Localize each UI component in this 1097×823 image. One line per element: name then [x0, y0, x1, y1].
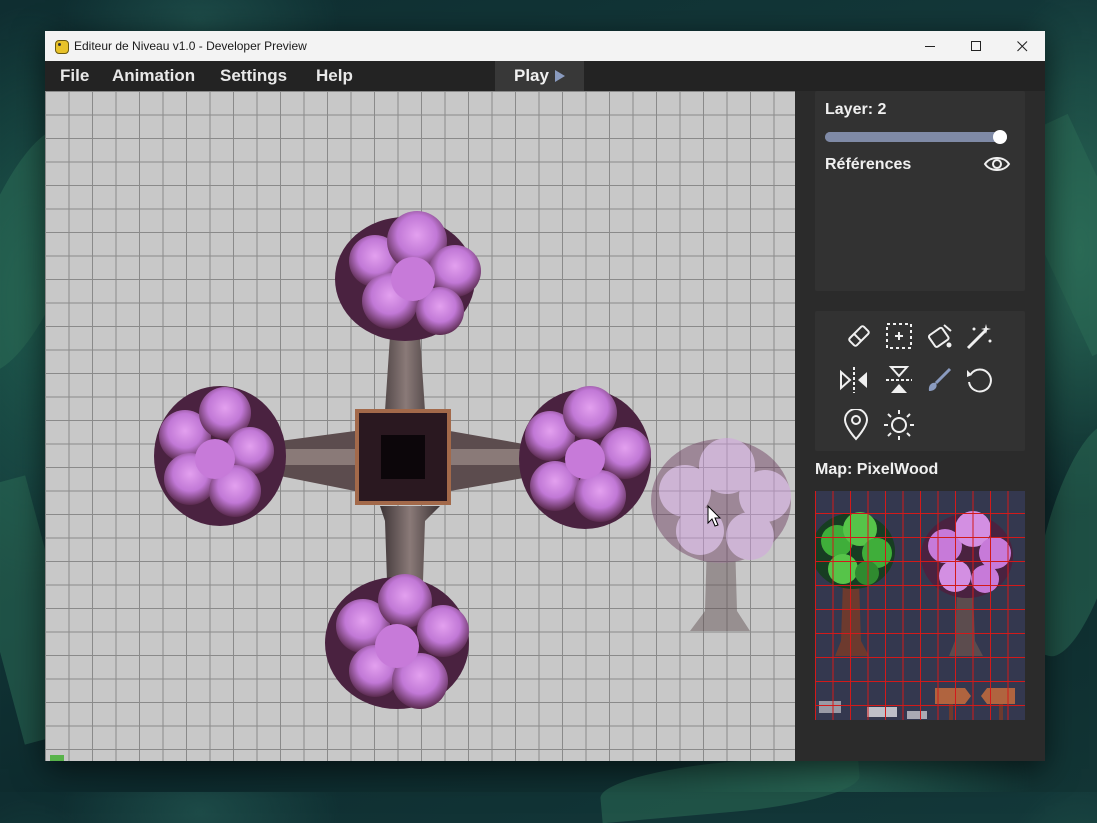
menu-settings[interactable]: Settings	[220, 61, 287, 91]
level-canvas[interactable]	[45, 91, 795, 761]
pin-tool[interactable]	[839, 408, 873, 442]
app-window: Editeur de Niveau v1.0 - Developer Previ…	[45, 31, 1045, 761]
flip-horizontal-icon	[840, 367, 867, 393]
fill-tool[interactable]	[922, 319, 956, 353]
sun-icon	[884, 410, 914, 440]
eraser-tool[interactable]	[842, 319, 876, 353]
brush-icon	[928, 367, 952, 391]
maximize-icon	[970, 40, 981, 51]
minimize-icon	[924, 45, 935, 47]
layer-slider-fill	[825, 132, 1007, 142]
select-icon	[886, 323, 912, 349]
tileset-preview[interactable]	[815, 491, 1025, 720]
rotate-tool[interactable]	[962, 363, 996, 397]
flip-vertical-tool[interactable]	[882, 363, 916, 397]
menu-bar: File Animation Settings Help Play	[45, 61, 1045, 91]
rotate-icon	[967, 368, 992, 393]
select-tool[interactable]	[882, 319, 916, 353]
fill-bucket-icon	[927, 324, 952, 348]
eraser-icon	[848, 325, 870, 347]
layer-slider[interactable]	[825, 130, 1007, 144]
blossom-canopy-north	[335, 211, 481, 341]
magic-wand-icon	[966, 324, 992, 350]
background-leaf	[598, 750, 862, 823]
trunk-west	[280, 431, 355, 491]
menu-help[interactable]: Help	[316, 61, 353, 91]
placed-tiles	[50, 211, 791, 761]
references-label: Références	[825, 156, 912, 173]
brush-tool[interactable]	[922, 363, 956, 397]
flip-horizontal-tool[interactable]	[837, 363, 871, 397]
layer-label: Layer: 2	[825, 101, 887, 118]
title-bar: Editeur de Niveau v1.0 - Developer Previ…	[45, 31, 1045, 61]
layer-panel: Layer: 2 Références	[815, 91, 1025, 291]
close-icon	[1016, 40, 1027, 51]
window-controls	[907, 31, 1045, 61]
trunk-south	[380, 506, 440, 581]
flip-vertical-icon	[886, 366, 912, 393]
blossom-canopy-south	[325, 574, 469, 709]
eye-icon[interactable]	[983, 153, 1011, 175]
map-label: Map: PixelWood	[815, 461, 939, 478]
center-pit	[355, 409, 451, 505]
play-label: Play	[514, 66, 549, 85]
blossom-canopy-east	[519, 386, 651, 529]
window-title: Editeur de Niveau v1.0 - Developer Previ…	[74, 39, 307, 53]
tool-palette	[815, 311, 1025, 451]
tileset-grid	[815, 491, 1025, 720]
menu-animation[interactable]: Animation	[112, 61, 195, 91]
layer-slider-handle[interactable]	[993, 130, 1007, 144]
python-app-icon	[54, 38, 69, 54]
edge-tile-fragment	[50, 755, 64, 761]
play-icon	[554, 70, 565, 82]
right-panel: Layer: 2 Références Map: PixelWood	[795, 91, 1045, 761]
blossom-canopy-west	[154, 386, 286, 526]
close-button[interactable]	[999, 31, 1045, 61]
minimize-button[interactable]	[907, 31, 953, 61]
menu-file[interactable]: File	[60, 61, 89, 91]
brush-preview-tree	[651, 438, 791, 631]
light-tool[interactable]	[882, 408, 916, 442]
pin-icon	[843, 409, 869, 441]
magic-wand-tool[interactable]	[962, 319, 996, 353]
maximize-button[interactable]	[953, 31, 999, 61]
play-button[interactable]: Play	[495, 61, 584, 91]
